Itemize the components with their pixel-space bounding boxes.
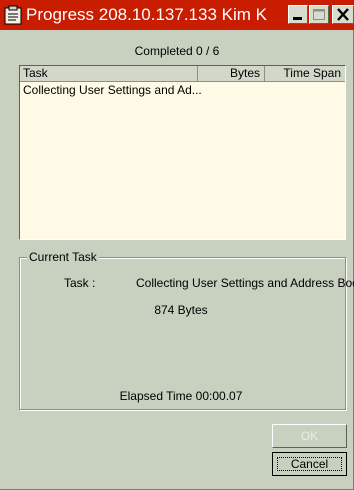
maximize-icon: [313, 9, 325, 20]
title-bar[interactable]: Progress 208.10.137.133 Kim K: [0, 0, 354, 30]
cancel-button[interactable]: Cancel: [272, 452, 347, 476]
completed-status: Completed 0 / 6: [134, 44, 220, 58]
minimize-icon: [293, 17, 302, 20]
close-button[interactable]: [332, 5, 354, 24]
column-header-time-span[interactable]: Time Span: [265, 66, 345, 81]
elapsed-time: Elapsed Time 00:00.07: [119, 389, 243, 403]
focus-rectangle: [277, 457, 342, 471]
column-header-task[interactable]: Task: [20, 66, 198, 81]
list-item-task: Collecting User Settings and Ad...: [23, 83, 202, 97]
close-icon: [337, 8, 349, 21]
ok-button[interactable]: OK: [272, 424, 347, 448]
list-item[interactable]: Collecting User Settings and Ad...: [23, 83, 343, 97]
task-list-header: Task Bytes Time Span: [20, 66, 345, 82]
column-header-bytes[interactable]: Bytes: [198, 66, 265, 81]
current-task-group-label: Current Task: [27, 250, 99, 264]
window-title: Progress 208.10.137.133 Kim K: [26, 5, 267, 24]
task-list[interactable]: Task Bytes Time Span Collecting User Set…: [19, 65, 346, 240]
current-task-bytes: 874 Bytes: [154, 303, 208, 317]
maximize-button[interactable]: [309, 5, 329, 24]
progress-window: Progress 208.10.137.133 Kim K Completed …: [0, 0, 354, 490]
current-task-value: Collecting User Settings and Address Boo…: [136, 276, 354, 290]
clipboard-icon: [4, 5, 22, 25]
minimize-button[interactable]: [288, 5, 308, 24]
current-task-label: Task :: [64, 276, 96, 290]
